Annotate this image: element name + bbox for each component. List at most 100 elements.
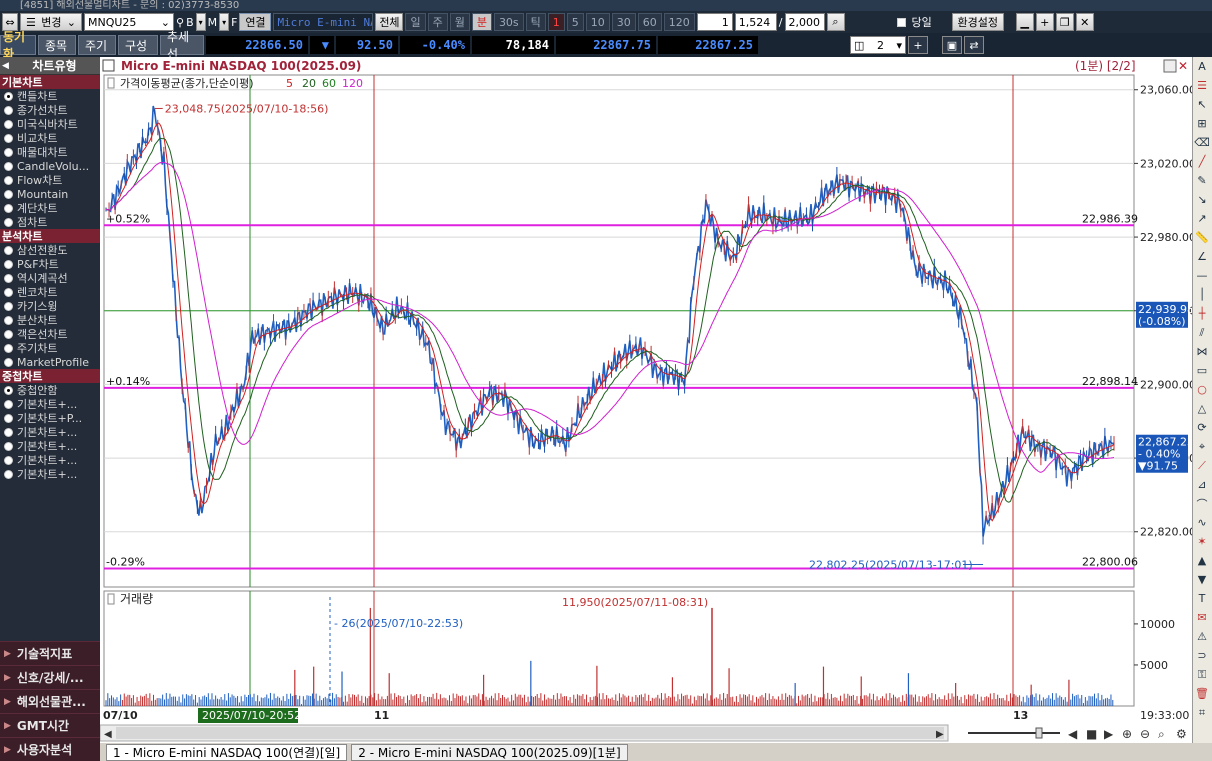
pen-icon[interactable]: ✎ bbox=[1193, 171, 1211, 190]
sidebar-item[interactable]: 기본차트+... bbox=[0, 425, 100, 439]
composition-button[interactable]: 구성 bbox=[118, 35, 158, 55]
ruler-icon[interactable]: 📏 bbox=[1193, 228, 1211, 247]
period-month[interactable]: 월 bbox=[449, 13, 470, 31]
sidebar-bottom-item[interactable]: ▶ 기술적지표 bbox=[0, 641, 100, 665]
cross-icon[interactable]: ┼ bbox=[1193, 304, 1211, 323]
close-icon[interactable]: ✕ bbox=[1075, 13, 1094, 31]
triangle-icon[interactable]: △ bbox=[1193, 399, 1211, 418]
all-select-icon[interactable]: ⊞ bbox=[1193, 114, 1211, 133]
fan-icon[interactable]: ⟋ bbox=[1193, 456, 1211, 475]
channel-icon[interactable]: ⫽ bbox=[1193, 323, 1211, 342]
magnet-icon[interactable]: ⊃ bbox=[1193, 646, 1211, 665]
sidebar-bottom-item[interactable]: ▶ 신호/강세/... bbox=[0, 665, 100, 689]
sidebar-item[interactable]: 기본차트+P... bbox=[0, 411, 100, 425]
circle-icon[interactable]: ○ bbox=[1193, 380, 1211, 399]
search-query-icon[interactable]: ⌕ bbox=[826, 13, 845, 31]
sidebar-bottom-item[interactable]: ▶ GMT시간 bbox=[0, 713, 100, 737]
cycle-icon[interactable]: ⟳ bbox=[1193, 418, 1211, 437]
today-checkbox[interactable] bbox=[896, 17, 906, 27]
sidebar-item[interactable]: 카기스윙 bbox=[0, 299, 100, 313]
tab-chart-1[interactable]: 1 - Micro E-mini NASDAQ 100(연결)[일] bbox=[106, 743, 348, 761]
add-window-icon[interactable]: + bbox=[1035, 13, 1054, 31]
eraser-icon[interactable]: ⌫ bbox=[1193, 133, 1211, 152]
layout-select[interactable]: ◫ 2 ▾ bbox=[850, 36, 906, 54]
sidebar-item[interactable]: 미국식바차트 bbox=[0, 117, 100, 131]
sidebar-item[interactable]: 기본차트+... bbox=[0, 397, 100, 411]
interval-5[interactable]: 5 bbox=[566, 13, 584, 31]
period-day[interactable]: 일 bbox=[405, 13, 426, 31]
sidebar-item[interactable]: 계단차트 bbox=[0, 201, 100, 215]
sidebar-item[interactable]: P&F차트 bbox=[0, 257, 100, 271]
interval-30[interactable]: 30 bbox=[611, 13, 636, 31]
list-icon[interactable]: ☰ bbox=[1193, 76, 1211, 95]
up-arrow-icon[interactable]: ▲ bbox=[1193, 551, 1211, 570]
sidebar-item[interactable]: 매물대차트 bbox=[0, 145, 100, 159]
sidebar-item[interactable]: 기본차트+... bbox=[0, 453, 100, 467]
alert-icon[interactable]: ⚠ bbox=[1193, 627, 1211, 646]
down-arrow-icon[interactable]: ▼ bbox=[1193, 570, 1211, 589]
save-icon[interactable]: ▣ bbox=[942, 36, 962, 54]
sidebar-item[interactable]: 렌코차트 bbox=[0, 285, 100, 299]
target-icon[interactable]: ⌖ bbox=[1193, 437, 1211, 456]
b-dropdown-icon[interactable]: ▾ bbox=[195, 13, 206, 31]
period-button[interactable]: 주기 bbox=[78, 35, 116, 55]
link-button[interactable]: 연결 bbox=[239, 13, 272, 31]
sidebar-item[interactable]: 비교차트 bbox=[0, 131, 100, 145]
sidebar-item[interactable]: 객은선차트 bbox=[0, 327, 100, 341]
sidebar-item[interactable]: 캔들차트 bbox=[0, 89, 100, 103]
sidebar-item[interactable]: 주기차트 bbox=[0, 341, 100, 355]
lock-icon[interactable]: ⚿ bbox=[1193, 665, 1211, 684]
angle-icon[interactable]: ∠ bbox=[1193, 247, 1211, 266]
interval-120[interactable]: 120 bbox=[663, 13, 695, 31]
period-30s[interactable]: 30s bbox=[493, 13, 524, 31]
f-button[interactable]: F bbox=[231, 16, 237, 29]
interval-1[interactable]: 1 bbox=[547, 13, 565, 31]
sidebar-bottom-item[interactable]: ▶ 해외선물관... bbox=[0, 689, 100, 713]
vline-icon[interactable]: │ bbox=[1193, 285, 1211, 304]
note-icon[interactable]: ✉ bbox=[1193, 608, 1211, 627]
chart-svg[interactable]: Micro E-mini NASDAQ 100(2025.09) (1분) [2/… bbox=[100, 57, 1192, 761]
box-icon[interactable]: ▭ bbox=[1193, 361, 1211, 380]
interval-60[interactable]: 60 bbox=[637, 13, 662, 31]
arc-icon[interactable]: ⌒ bbox=[1193, 494, 1211, 513]
sync-button[interactable]: 동기화 bbox=[0, 30, 36, 61]
search-icon[interactable]: ⚲ bbox=[176, 16, 184, 29]
sidebar-bottom-item[interactable]: ▶ 사용자분석 bbox=[0, 737, 100, 761]
wave-icon[interactable]: ∿ bbox=[1193, 513, 1211, 532]
grid-icon[interactable]: ⌗ bbox=[1193, 703, 1211, 722]
sidebar-collapse-icon[interactable]: ◀ bbox=[2, 61, 9, 71]
symbol-input[interactable]: MNQU25 ⌄ bbox=[84, 13, 174, 31]
chart-area[interactable]: Micro E-mini NASDAQ 100(2025.09) (1분) [2/… bbox=[100, 57, 1192, 761]
gann-icon[interactable]: ⊿ bbox=[1193, 475, 1211, 494]
fib-icon[interactable]: ⋈ bbox=[1193, 342, 1211, 361]
arrow-icon[interactable]: ↗ bbox=[1193, 209, 1211, 228]
minimize-icon[interactable]: ▁ bbox=[1015, 13, 1034, 31]
text-icon[interactable]: T bbox=[1193, 589, 1211, 608]
mark-icon[interactable]: ✶ bbox=[1193, 532, 1211, 551]
interval-input[interactable]: 1 bbox=[696, 13, 733, 31]
sidebar-item[interactable]: 기본차트+... bbox=[0, 439, 100, 453]
sidebar-item[interactable]: MarketProfile bbox=[0, 355, 100, 369]
b-button[interactable]: B bbox=[186, 16, 194, 29]
sidebar-item[interactable]: 분산차트 bbox=[0, 313, 100, 327]
period-tick[interactable]: 틱 bbox=[525, 13, 546, 31]
trash-icon[interactable]: 🗑 bbox=[1193, 684, 1211, 703]
m-dropdown-icon[interactable]: ▾ bbox=[219, 13, 230, 31]
count-input[interactable]: 1,524 bbox=[734, 13, 777, 31]
period-week[interactable]: 주 bbox=[427, 13, 448, 31]
item-button[interactable]: 종목 bbox=[38, 35, 76, 55]
sidebar-item[interactable]: 삼선전환도 bbox=[0, 243, 100, 257]
sidebar-item[interactable]: 중첩안함 bbox=[0, 383, 100, 397]
sidebar-item[interactable]: Mountain bbox=[0, 187, 100, 201]
sidebar-item[interactable]: CandleVolu... bbox=[0, 159, 100, 173]
all-button[interactable]: 전체 bbox=[375, 13, 404, 31]
period-minute[interactable]: 분 bbox=[471, 13, 492, 31]
interval-10[interactable]: 10 bbox=[585, 13, 610, 31]
line-icon[interactable]: ╱ bbox=[1193, 152, 1211, 171]
sidebar-item[interactable]: 종가선차트 bbox=[0, 103, 100, 117]
hline-icon[interactable]: — bbox=[1193, 266, 1211, 285]
m-button[interactable]: M bbox=[208, 16, 218, 29]
add-icon[interactable]: + bbox=[908, 36, 928, 54]
tab-chart-2[interactable]: 2 - Micro E-mini NASDAQ 100(2025.09)[1분] bbox=[351, 743, 628, 761]
font-icon[interactable]: A bbox=[1193, 57, 1211, 76]
